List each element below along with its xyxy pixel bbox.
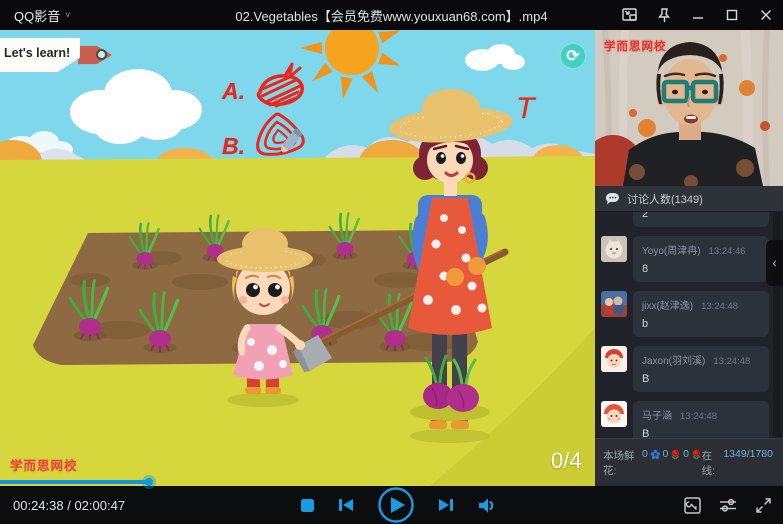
message-time: 13:24:48 <box>680 411 717 422</box>
message-text: B <box>642 373 760 385</box>
annotation-letter-a: A. <box>222 78 245 105</box>
maximize-icon <box>725 8 739 22</box>
message-author: jixx(赵津逸) <box>642 301 693 312</box>
chat-message: Jaxon(羽刘溪) 13:24:48 B <box>601 346 783 392</box>
message-author: Jaxon(羽刘溪) <box>642 356 705 367</box>
player-control-bar: 00:24:38 / 02:00:47 <box>0 486 783 524</box>
qq-player-window: QQ影音 ˅ 02.Vegetables【会员免费www.youxuan68.c… <box>0 0 783 524</box>
play-button[interactable] <box>377 486 415 524</box>
message-time: 13:24:48 <box>713 356 750 367</box>
next-button[interactable] <box>437 497 455 513</box>
toolbox-wrench-icon <box>683 496 702 515</box>
video-display[interactable]: Let's learn! A. B. <box>0 30 595 486</box>
message-time: 13:24:48 <box>701 301 738 312</box>
message-text: b <box>642 318 760 330</box>
pin-on-top-button[interactable] <box>647 0 681 30</box>
avatar <box>601 291 627 317</box>
page-counter: 0/4 <box>551 448 582 474</box>
annotation-letter-b: B. <box>222 133 245 160</box>
stop-icon <box>300 498 315 513</box>
online-count: 1349/1780 <box>723 448 773 460</box>
maximize-button[interactable] <box>715 0 749 30</box>
message-author: 马子涵 <box>642 411 672 422</box>
stop-button[interactable] <box>300 498 315 513</box>
previous-button[interactable] <box>337 497 355 513</box>
close-icon <box>759 8 773 22</box>
progress-fill <box>0 480 149 484</box>
red-rose-icon <box>670 448 681 461</box>
close-button[interactable] <box>749 0 783 30</box>
pin-icon <box>655 7 673 24</box>
discussion-header: 讨论人数(1349) <box>595 186 783 212</box>
mini-mode-icon <box>621 7 639 23</box>
fullscreen-icon <box>754 496 773 515</box>
discussion-count-label: 讨论人数(1349) <box>627 191 703 207</box>
play-icon <box>377 486 415 524</box>
playlist-settings-button[interactable] <box>718 496 738 514</box>
next-icon <box>437 497 455 513</box>
chat-message-partial: 2 <box>633 212 769 227</box>
teacher-webcam: 学而思网校 <box>595 30 783 186</box>
red-rose-icon <box>691 448 702 461</box>
app-menu-button[interactable]: QQ影音 ˅ <box>0 6 71 25</box>
message-text: B <box>642 428 760 438</box>
flower-count: 0 <box>683 448 689 460</box>
avatar <box>601 346 627 372</box>
online-label: 在线: <box>702 448 722 478</box>
banner-label: Let's learn! <box>4 46 70 60</box>
seek-bar[interactable] <box>0 478 783 486</box>
minimize-button[interactable] <box>681 0 715 30</box>
toolbox-button[interactable] <box>683 496 702 515</box>
flower-count: 0 <box>642 448 648 460</box>
minimize-icon <box>691 8 705 22</box>
progress-knob[interactable] <box>142 475 156 489</box>
volume-button[interactable] <box>477 497 497 514</box>
avatar <box>601 401 627 427</box>
previous-icon <box>337 497 355 513</box>
chevron-left-icon: ‹ <box>773 256 777 270</box>
chat-bubble-icon <box>605 192 620 205</box>
fullscreen-button[interactable] <box>754 496 773 515</box>
banner-ring-icon <box>96 49 107 60</box>
chat-message: Yoyo(周津冉) 13:24:46 8 <box>601 236 783 282</box>
window-title: 02.Vegetables【会员免费www.youxuan68.com】.mp4 <box>235 6 547 25</box>
mini-mode-button[interactable] <box>613 0 647 30</box>
message-text: 2 <box>642 212 760 220</box>
watermark-top: 学而思网校 <box>604 38 667 54</box>
refresh-icon: ⟳ <box>566 46 579 66</box>
chevron-down-icon: ˅ <box>65 10 70 20</box>
flowers-label: 本场鲜花: <box>603 448 640 478</box>
watermark-bottom: 学而思网校 <box>10 455 78 474</box>
app-name: QQ影音 <box>14 6 60 25</box>
sync-refresh-button[interactable]: ⟳ <box>559 42 587 70</box>
titlebar: QQ影音 ˅ 02.Vegetables【会员免费www.youxuan68.c… <box>0 0 783 30</box>
avatar <box>601 236 627 262</box>
sliders-icon <box>718 496 738 514</box>
chat-message-list[interactable]: 2 Yoyo(周津冉) 13:24:46 8 <box>595 212 783 438</box>
chat-message: jixx(赵津逸) 13:24:48 b <box>601 291 783 337</box>
annotation-triangle-scribble <box>248 110 318 168</box>
blue-flower-icon <box>650 448 661 461</box>
message-author: Yoyo(周津冉) <box>642 246 701 257</box>
message-time: 13:24:46 <box>709 246 746 257</box>
panel-collapse-button[interactable]: ‹ <box>766 240 783 286</box>
message-text: 8 <box>642 263 760 275</box>
volume-icon <box>477 497 497 514</box>
annotation-beet-scribble <box>246 62 308 116</box>
flower-count: 0 <box>663 448 669 460</box>
live-side-panel: 学而思网校 讨论人数(1349) 2 <box>595 30 783 486</box>
annotation-letter-t: T <box>516 92 534 126</box>
time-display: 00:24:38 / 02:00:47 <box>13 498 125 513</box>
chat-message: 马子涵 13:24:48 B <box>601 401 783 438</box>
